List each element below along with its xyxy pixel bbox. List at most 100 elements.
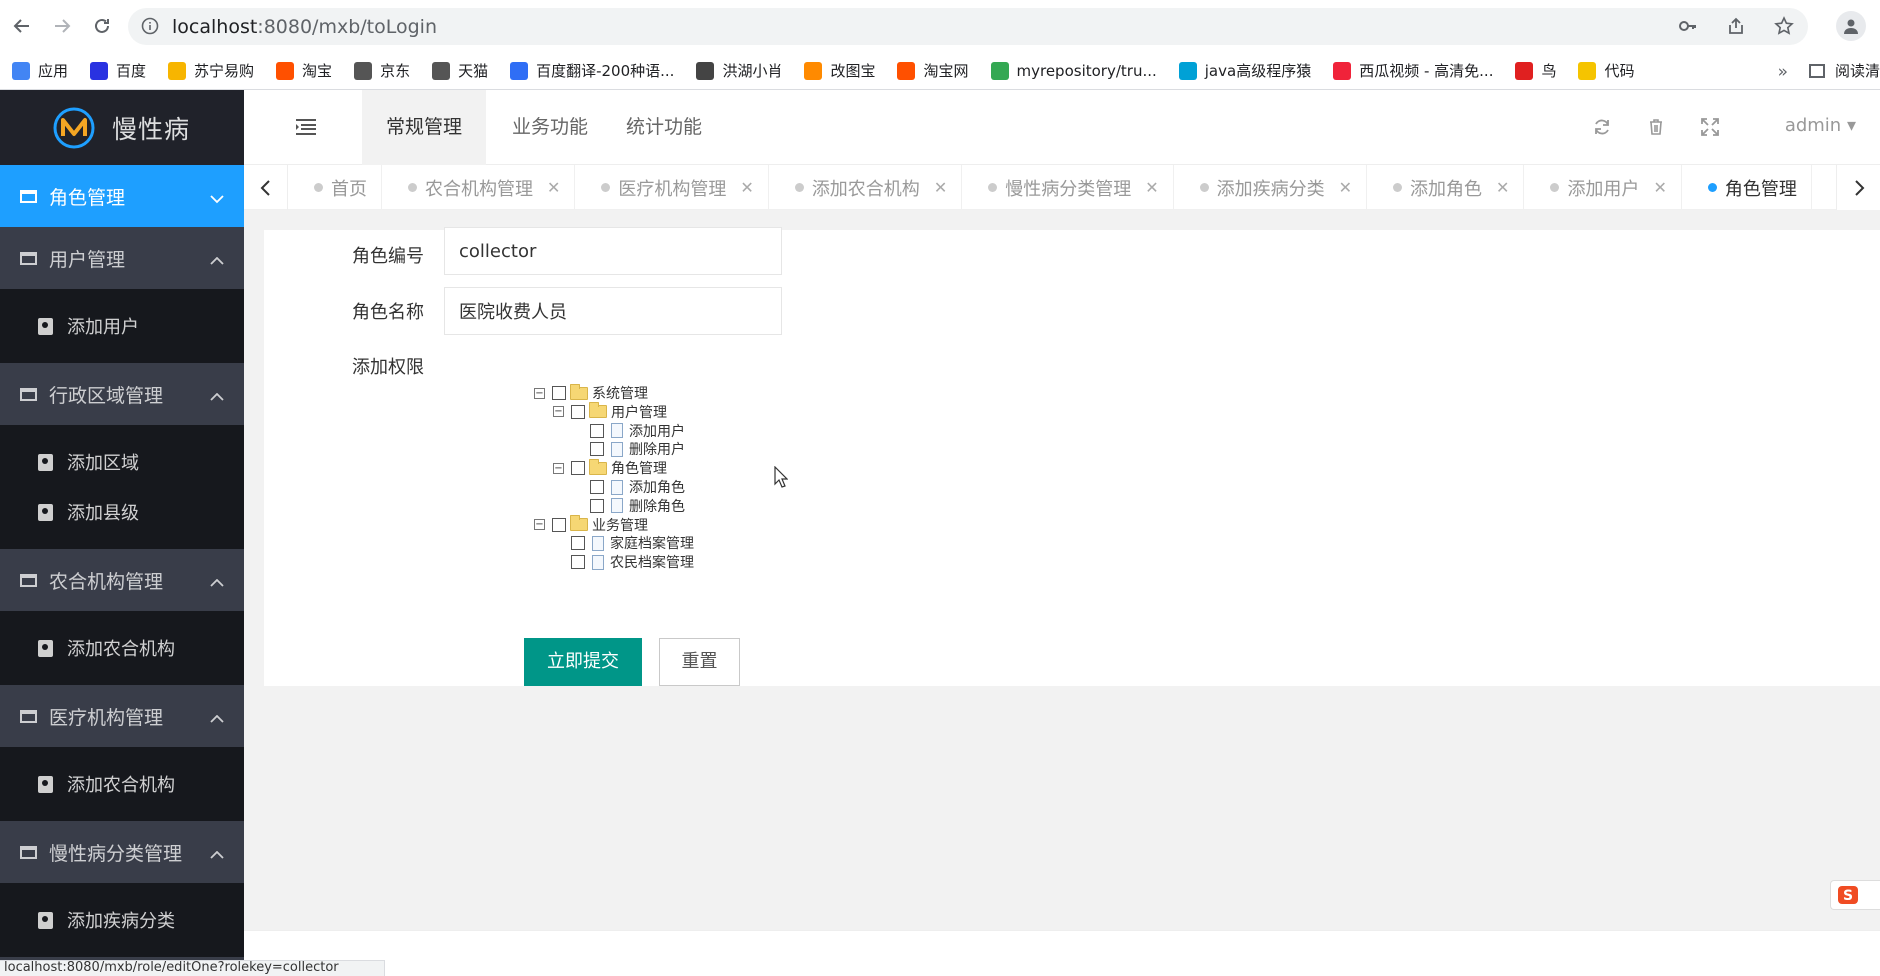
bookmark-item[interactable]: java高级程序猿 [1178,60,1311,81]
permission-checkbox[interactable] [590,498,604,513]
refresh-icon[interactable] [1592,117,1612,142]
tab-scroll-right-icon[interactable] [1836,165,1880,210]
bookmark-label: 鸟 [1541,62,1557,80]
bookmark-item[interactable]: 苏宁易购 [168,60,254,81]
tree-collapse-icon[interactable]: − [534,519,545,531]
sidebar-item[interactable]: 角色管理 [0,165,244,227]
star-icon[interactable] [1774,16,1794,41]
app-logo[interactable]: 慢性病 [0,90,244,165]
page-tab[interactable]: 农合机构管理 ✕ [382,165,576,210]
profile-icon[interactable] [1836,11,1866,41]
sidebar-subitem[interactable]: 添加县级 [0,487,244,537]
user-menu[interactable]: admin ▾ [1785,115,1856,136]
role-code-input[interactable] [444,227,782,275]
permission-checkbox[interactable] [571,461,585,476]
sidebar-item[interactable]: 慢性病分类管理 [0,821,244,883]
page-tab[interactable]: 添加农合机构 ✕ [769,165,963,210]
sidebar-item[interactable]: 行政区域管理 [0,363,244,425]
permission-checkbox[interactable] [571,404,585,419]
bookmark-item[interactable]: 百度翻译-200种语... [510,60,674,81]
permission-checkbox[interactable] [571,536,585,551]
permission-checkbox[interactable] [552,386,566,400]
back-icon[interactable] [8,12,36,40]
sidebar-subitem[interactable]: 添加疾病分类 [0,895,244,945]
tree-node-label[interactable]: 农民档案管理 [610,552,694,572]
bookmark-item[interactable]: 淘宝网 [897,60,969,81]
page-tab[interactable]: 添加角色 ✕ [1367,165,1525,210]
close-icon[interactable]: ✕ [1339,178,1352,197]
top-tab-business[interactable]: 业务功能 [488,90,612,165]
bookmark-item[interactable]: 天猫 [432,60,488,81]
tree-collapse-icon[interactable]: − [553,406,564,418]
bookmark-label: 应用 [38,62,69,80]
close-icon[interactable]: ✕ [547,178,560,197]
tree-node: − 角色管理 [553,458,667,478]
submit-button[interactable]: 立即提交 [524,638,642,686]
sidebar-item[interactable]: 医疗机构管理 [0,685,244,747]
tree-node-label[interactable]: 角色管理 [611,458,667,478]
clear-cache-icon[interactable] [1646,117,1666,142]
close-icon[interactable]: ✕ [934,178,947,197]
reading-list-button[interactable]: 阅读清 [1808,60,1880,81]
sidebar-subitem[interactable]: 添加农合机构 [0,759,244,809]
tree-node-label[interactable]: 删除角色 [629,496,685,516]
permission-checkbox[interactable] [590,442,604,457]
reset-button[interactable]: 重置 [659,638,740,686]
tree-node-label[interactable]: 添加用户 [629,421,685,441]
tab-scroll-left-icon[interactable] [244,165,288,210]
tree-node: 家庭档案管理 [553,533,694,553]
permission-checkbox[interactable] [590,423,604,438]
bookmark-item[interactable]: 应用 [12,60,68,81]
close-icon[interactable]: ✕ [1496,178,1509,197]
top-tab-regular[interactable]: 常规管理 [362,90,487,165]
page-tab[interactable]: 慢性病分类管理 ✕ [962,165,1174,210]
sidebar-subitem[interactable]: 添加农合机构 [0,623,244,673]
top-tab-statistics[interactable]: 统计功能 [602,90,726,165]
permission-checkbox[interactable] [552,517,566,532]
bookmark-item[interactable]: myrepository/tru... [990,61,1157,80]
input-method-icon[interactable]: S [1830,880,1880,910]
close-icon[interactable]: ✕ [1145,178,1158,197]
tree-node-label[interactable]: 删除用户 [629,439,685,459]
close-icon[interactable]: ✕ [1653,178,1666,197]
tree-node-label[interactable]: 用户管理 [611,402,667,422]
key-icon[interactable] [1678,16,1698,41]
fullscreen-icon[interactable] [1700,117,1720,142]
sidebar-item[interactable]: 用户管理 [0,227,244,289]
page-tab[interactable]: 首页 [288,165,382,210]
forward-icon[interactable] [48,12,76,40]
bookmark-item[interactable]: 京东 [354,60,410,81]
sidebar-subitem[interactable]: 添加区域 [0,437,244,487]
site-info-icon[interactable] [141,17,159,40]
bookmark-item[interactable]: 鸟 [1515,60,1556,81]
bookmark-item[interactable]: 改图宝 [804,60,875,81]
file-icon [592,554,604,570]
tree-collapse-icon[interactable]: − [553,462,564,474]
bookmark-item[interactable]: 西瓜视频 - 高清免... [1333,60,1493,81]
tab-dot-icon [988,183,998,192]
page-tab[interactable]: 角色管理 [1682,165,1812,210]
tree-collapse-icon[interactable]: − [534,387,545,399]
permission-checkbox[interactable] [590,480,604,494]
page-tab[interactable]: 医疗机构管理 ✕ [575,165,769,210]
tree-node-label[interactable]: 系统管理 [592,383,648,403]
bookmark-item[interactable]: 洪湖小肖 [696,60,782,81]
bookmark-item[interactable]: 代码 [1578,60,1635,81]
bookmark-item[interactable]: 淘宝 [276,60,332,81]
more-bookmarks-icon[interactable]: » [1778,62,1788,82]
address-bar[interactable]: localhost:8080/mxb/toLogin [128,8,1808,45]
reload-icon[interactable] [88,12,116,40]
share-icon[interactable] [1726,16,1746,41]
tree-node-label[interactable]: 添加角色 [629,477,685,497]
bookmark-item[interactable]: 百度 [90,60,146,81]
menu-toggle-icon[interactable] [296,119,316,140]
sidebar-subitem[interactable]: 添加用户 [0,301,244,351]
sidebar-item[interactable]: 农合机构管理 [0,549,244,611]
permission-checkbox[interactable] [571,555,585,570]
page-tab[interactable]: 添加疾病分类 ✕ [1174,165,1368,210]
page-tab[interactable]: 添加用户 ✕ [1524,165,1682,210]
role-name-input[interactable] [444,287,782,335]
tree-node-label[interactable]: 业务管理 [592,515,648,535]
close-icon[interactable]: ✕ [740,178,753,197]
tree-node-label[interactable]: 家庭档案管理 [610,533,694,553]
